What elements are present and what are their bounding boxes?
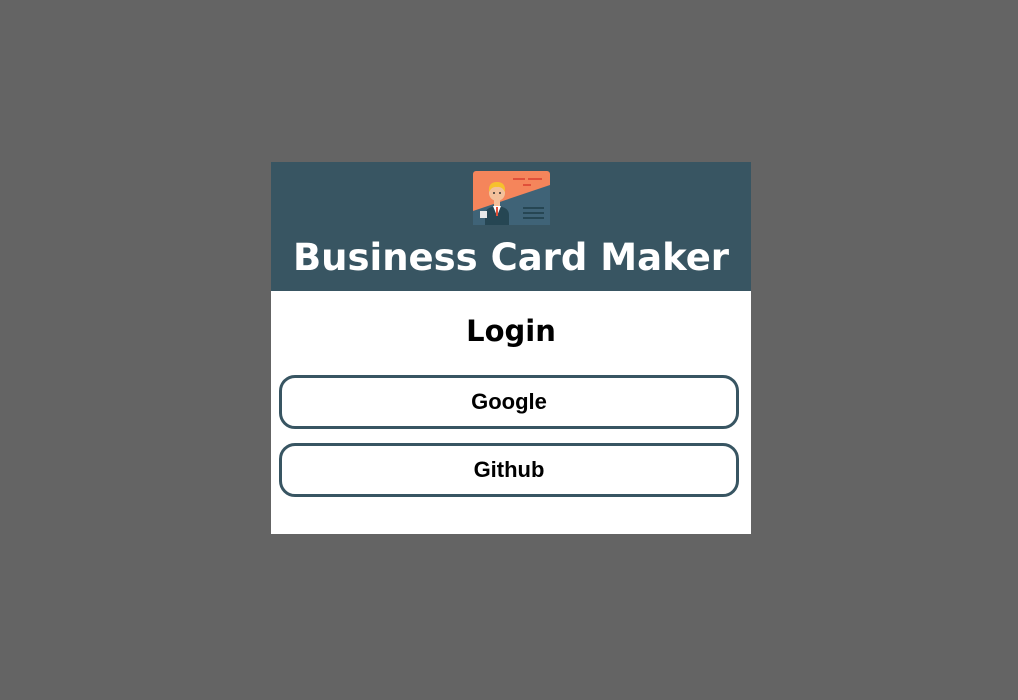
business-card-icon	[473, 171, 550, 225]
github-login-button[interactable]: Github	[279, 443, 739, 497]
google-login-button[interactable]: Google	[279, 375, 739, 429]
app-title: Business Card Maker	[292, 236, 730, 279]
login-card: Business Card Maker Login Google Github	[271, 162, 751, 534]
login-heading: Login	[466, 314, 556, 348]
page-backdrop: Business Card Maker Login Google Github	[0, 0, 1018, 700]
card-header: Business Card Maker	[271, 162, 751, 291]
